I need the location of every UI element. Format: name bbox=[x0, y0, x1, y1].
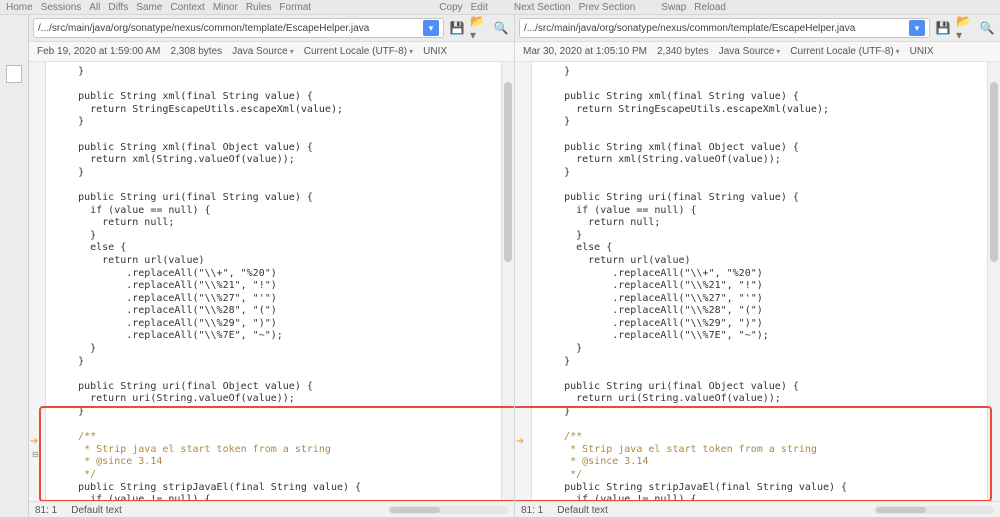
left-lineend-select[interactable]: UNIX bbox=[423, 46, 447, 57]
left-vscrollbar[interactable] bbox=[501, 62, 514, 501]
left-pane: /.../src/main/java/org/sonatype/nexus/co… bbox=[29, 15, 515, 517]
folder-open-icon[interactable]: 📂▾ bbox=[956, 19, 974, 37]
left-path-bar: /.../src/main/java/org/sonatype/nexus/co… bbox=[29, 15, 514, 42]
code-block: public String stripJavaEl(final String v… bbox=[54, 482, 361, 501]
right-lineend-select[interactable]: UNIX bbox=[910, 46, 934, 57]
left-bytes: 2,308 bytes bbox=[170, 46, 222, 57]
scrollbar-thumb[interactable] bbox=[504, 82, 512, 262]
dropdown-icon[interactable]: ▾ bbox=[423, 20, 439, 36]
left-line-gutter: ➔ ⊟ bbox=[29, 62, 46, 501]
right-info-bar: Mar 30, 2020 at 1:05:10 PM 2,340 bytes J… bbox=[515, 42, 1000, 62]
right-bytes: 2,340 bytes bbox=[657, 46, 709, 57]
right-path-text: /.../src/main/java/org/sonatype/nexus/co… bbox=[524, 23, 855, 34]
right-locale-select[interactable]: Current Locale (UTF-8)▾ bbox=[790, 46, 899, 57]
dropdown-icon[interactable]: ▾ bbox=[909, 20, 925, 36]
hscroll-thumb[interactable] bbox=[390, 507, 440, 513]
right-vscrollbar[interactable] bbox=[987, 62, 1000, 501]
left-path-text: /.../src/main/java/org/sonatype/nexus/co… bbox=[38, 23, 369, 34]
right-path-bar: /.../src/main/java/org/sonatype/nexus/co… bbox=[515, 15, 1000, 42]
left-path-combo[interactable]: /.../src/main/java/org/sonatype/nexus/co… bbox=[33, 18, 444, 38]
scrollbar-thumb[interactable] bbox=[990, 82, 998, 262]
explorer-icon[interactable]: 🔍 bbox=[978, 19, 996, 37]
menu-sessions[interactable]: Sessions bbox=[41, 2, 82, 13]
menu-home[interactable]: Home bbox=[6, 2, 33, 13]
left-mode: Default text bbox=[71, 505, 122, 516]
menu-swap[interactable]: Swap bbox=[661, 2, 686, 13]
menu-diffs[interactable]: Diffs bbox=[108, 2, 128, 13]
menu-same[interactable]: Same bbox=[136, 2, 162, 13]
right-mode: Default text bbox=[557, 505, 608, 516]
fold-minus-icon[interactable]: ⊟ bbox=[32, 450, 39, 459]
right-date: Mar 30, 2020 at 1:05:10 PM bbox=[523, 46, 647, 57]
menu-copy[interactable]: Copy bbox=[439, 2, 462, 13]
code-comment: /** * Strip java el start token from a s… bbox=[54, 431, 331, 480]
code-block: public String stripJavaEl(final String v… bbox=[540, 482, 847, 501]
left-locale-select[interactable]: Current Locale (UTF-8)▾ bbox=[304, 46, 413, 57]
menu-edit[interactable]: Edit bbox=[471, 2, 488, 13]
right-cursor-pos: 81: 1 bbox=[521, 505, 543, 516]
left-date: Feb 19, 2020 at 1:59:00 AM bbox=[37, 46, 160, 57]
menu-context[interactable]: Context bbox=[170, 2, 204, 13]
folder-open-icon[interactable]: 📂▾ bbox=[470, 19, 488, 37]
code-comment: /** * Strip java el start token from a s… bbox=[540, 431, 817, 480]
diff-arrow-icon: ➔ bbox=[516, 436, 524, 447]
save-icon[interactable]: 💾 bbox=[934, 19, 952, 37]
menu-bar: Home Sessions All Diffs Same Context Min… bbox=[0, 0, 1000, 15]
code-block: } public String xml(final String value) … bbox=[54, 66, 343, 417]
overview-thumbnail bbox=[6, 65, 22, 83]
left-status-bar: 81: 1 Default text bbox=[29, 501, 514, 517]
right-hscrollbar[interactable] bbox=[874, 506, 994, 514]
save-icon[interactable]: 💾 bbox=[448, 19, 466, 37]
right-source-select[interactable]: Java Source▾ bbox=[719, 46, 781, 57]
right-code[interactable]: } public String xml(final String value) … bbox=[532, 62, 987, 501]
menu-all[interactable]: All bbox=[89, 2, 100, 13]
menu-prev-section[interactable]: Prev Section bbox=[579, 2, 636, 13]
menu-rules[interactable]: Rules bbox=[246, 2, 272, 13]
left-editor[interactable]: ➔ ⊟ } public String xml(final String val… bbox=[29, 62, 514, 501]
right-path-combo[interactable]: /.../src/main/java/org/sonatype/nexus/co… bbox=[519, 18, 930, 38]
menu-reload[interactable]: Reload bbox=[694, 2, 726, 13]
right-pane: /.../src/main/java/org/sonatype/nexus/co… bbox=[515, 15, 1000, 517]
right-status-bar: 81: 1 Default text bbox=[515, 501, 1000, 517]
left-info-bar: Feb 19, 2020 at 1:59:00 AM 2,308 bytes J… bbox=[29, 42, 514, 62]
diff-arrow-icon: ➔ bbox=[30, 436, 38, 447]
hscroll-thumb[interactable] bbox=[876, 507, 926, 513]
menu-next-section[interactable]: Next Section bbox=[514, 2, 571, 13]
code-block: } public String xml(final String value) … bbox=[540, 66, 829, 417]
menu-format[interactable]: Format bbox=[279, 2, 311, 13]
right-line-gutter: ➔ bbox=[515, 62, 532, 501]
overview-gutter[interactable] bbox=[0, 15, 29, 517]
left-cursor-pos: 81: 1 bbox=[35, 505, 57, 516]
explorer-icon[interactable]: 🔍 bbox=[492, 19, 510, 37]
left-hscrollbar[interactable] bbox=[388, 506, 508, 514]
left-source-select[interactable]: Java Source▾ bbox=[232, 46, 294, 57]
left-code[interactable]: } public String xml(final String value) … bbox=[46, 62, 501, 501]
menu-minor[interactable]: Minor bbox=[213, 2, 238, 13]
right-editor[interactable]: ➔ } public String xml(final String value… bbox=[515, 62, 1000, 501]
